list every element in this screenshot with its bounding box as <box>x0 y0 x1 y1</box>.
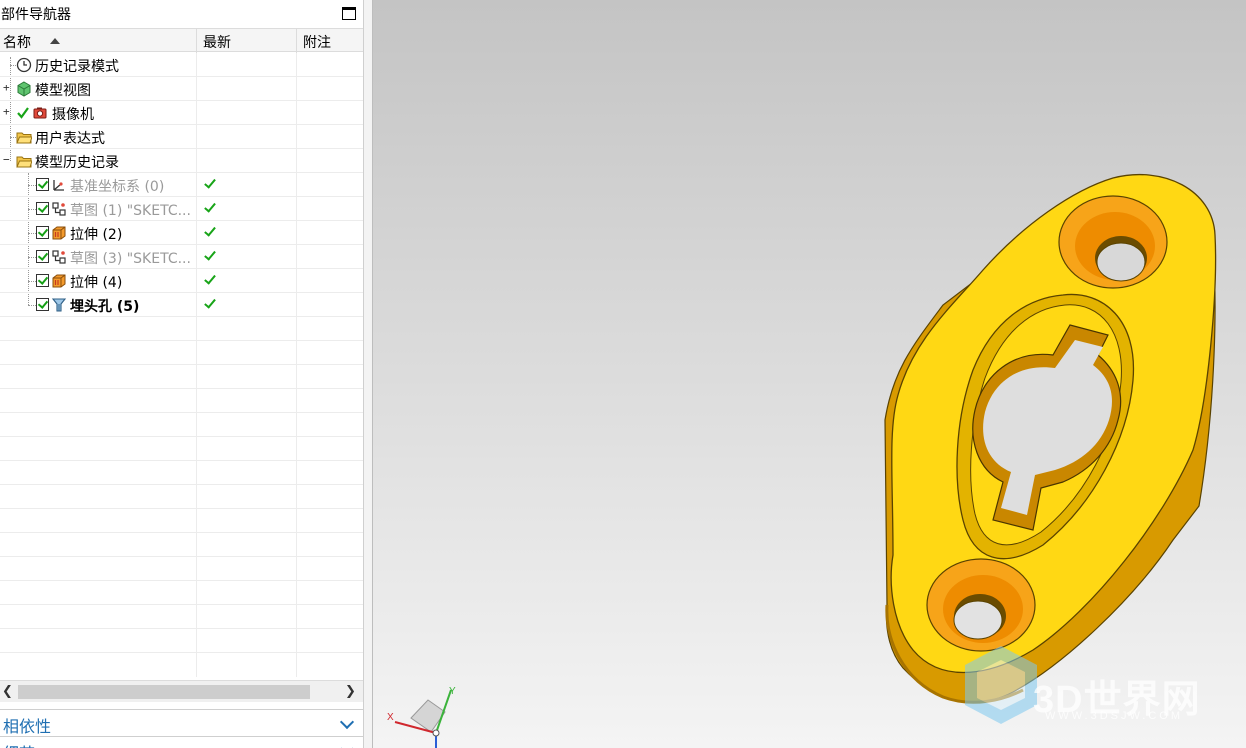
part-model[interactable]: Y X <box>373 0 1246 748</box>
tree-item-label: 摄像机 <box>52 107 94 123</box>
tree-item-label: 拉伸 (4) <box>70 275 123 291</box>
tree-row-extrude-4[interactable]: 拉伸 (4) <box>0 269 363 293</box>
empty-row <box>0 653 363 677</box>
panel-splitter[interactable] <box>363 0 373 748</box>
empty-row <box>0 461 363 485</box>
coordinate-triad <box>394 689 452 748</box>
empty-row <box>0 629 363 653</box>
watermark-url: WWW.3DSJW.COM <box>1045 710 1183 722</box>
sort-ascending-icon <box>50 38 60 44</box>
green-check-icon <box>17 107 29 119</box>
tree-row-countersink-hole-5[interactable]: 埋头孔 (5) <box>0 293 363 317</box>
empty-row <box>0 437 363 461</box>
navigator-header: 部件导航器 <box>0 0 363 28</box>
details-panel-header[interactable]: 细节 <box>0 736 363 748</box>
extrude-icon <box>52 226 66 240</box>
tree-row-model-views[interactable]: + 模型视图 <box>0 77 363 101</box>
chevron-down-icon[interactable] <box>339 714 355 730</box>
feature-tree: 历史记录模式 + 模型视图 + 摄像机 用户表达式 − 模型历史记录 基准坐标系… <box>0 53 363 677</box>
triad-x-label: X <box>387 712 394 723</box>
visibility-checkbox[interactable] <box>36 250 49 263</box>
empty-row <box>0 341 363 365</box>
tree-row-cameras[interactable]: + 摄像机 <box>0 101 363 125</box>
latest-check-icon <box>204 177 214 190</box>
model-view-icon <box>17 81 31 97</box>
details-label: 细节 <box>3 740 35 748</box>
visibility-checkbox[interactable] <box>36 226 49 239</box>
graphics-viewport[interactable]: Y X 3D世界网 WWW.3DSJW.COM <box>373 0 1246 748</box>
latest-check-icon <box>204 273 214 286</box>
clock-icon <box>16 57 32 73</box>
visibility-checkbox[interactable] <box>36 202 49 215</box>
column-notes-header[interactable]: 附注 <box>303 32 331 52</box>
scroll-right-icon[interactable]: ❯ <box>345 684 356 699</box>
visibility-checkbox[interactable] <box>36 274 49 287</box>
extrude-icon <box>52 274 66 288</box>
column-separator[interactable] <box>196 29 197 53</box>
tree-row-model-history[interactable]: − 模型历史记录 <box>0 149 363 173</box>
tree-item-label: 草图 (3) "SKETC... <box>70 251 191 267</box>
expand-icon[interactable]: + <box>3 82 12 93</box>
empty-row <box>0 413 363 437</box>
empty-row <box>0 605 363 629</box>
tree-row-history-mode[interactable]: 历史记录模式 <box>0 53 363 77</box>
tree-item-label: 模型视图 <box>35 83 91 99</box>
expand-icon[interactable]: + <box>3 106 12 117</box>
column-separator[interactable] <box>296 29 297 53</box>
column-latest-header[interactable]: 最新 <box>203 32 231 52</box>
empty-row <box>0 533 363 557</box>
tree-item-label: 历史记录模式 <box>35 59 119 75</box>
maximize-icon[interactable] <box>342 7 356 20</box>
empty-row <box>0 389 363 413</box>
empty-row <box>0 581 363 605</box>
empty-row <box>0 317 363 341</box>
empty-row <box>0 557 363 581</box>
part-navigator-panel: 部件导航器 名称 最新 附注 历史记录模式 + 模型视图 + 摄像机 用户表达式… <box>0 0 363 748</box>
tree-row-sketch-3[interactable]: 草图 (3) "SKETC... <box>0 245 363 269</box>
tree-row-extrude-2[interactable]: 拉伸 (2) <box>0 221 363 245</box>
latest-check-icon <box>204 201 214 214</box>
tree-item-label: 埋头孔 (5) <box>70 299 140 315</box>
tree-item-label: 草图 (1) "SKETC... <box>70 203 191 219</box>
triad-y-label: Y <box>449 686 456 697</box>
folder-icon <box>16 132 32 144</box>
tree-item-label: 基准坐标系 (0) <box>70 179 165 195</box>
latest-check-icon <box>204 225 214 238</box>
tree-item-label: 模型历史记录 <box>35 155 119 171</box>
dependencies-panel-header[interactable]: 相依性 <box>0 709 363 736</box>
latest-check-icon <box>204 297 214 310</box>
collapse-icon[interactable]: − <box>3 154 12 165</box>
empty-row <box>0 485 363 509</box>
scrollbar-thumb[interactable] <box>18 685 310 699</box>
scroll-left-icon[interactable]: ❮ <box>2 684 13 699</box>
dependencies-label: 相依性 <box>3 717 52 736</box>
tree-row-datum-csys[interactable]: 基准坐标系 (0) <box>0 173 363 197</box>
empty-row <box>0 365 363 389</box>
visibility-checkbox[interactable] <box>36 178 49 191</box>
column-header: 名称 最新 附注 <box>0 28 363 53</box>
visibility-checkbox[interactable] <box>36 298 49 311</box>
empty-row <box>0 509 363 533</box>
navigator-title: 部件导航器 <box>1 7 71 23</box>
column-name-header[interactable]: 名称 <box>3 32 31 52</box>
countersink-hole-icon <box>51 298 67 312</box>
folder-open-icon <box>16 156 32 168</box>
camera-icon <box>33 107 47 119</box>
sketch-icon <box>52 202 66 216</box>
sketch-icon <box>52 250 66 264</box>
horizontal-scrollbar[interactable]: ❮ ❯ <box>0 680 363 702</box>
tree-item-label: 拉伸 (2) <box>70 227 123 243</box>
tree-row-user-expressions[interactable]: 用户表达式 <box>0 125 363 149</box>
latest-check-icon <box>204 249 214 262</box>
tree-row-sketch-1[interactable]: 草图 (1) "SKETC... <box>0 197 363 221</box>
tree-item-label: 用户表达式 <box>35 131 105 147</box>
chevron-down-icon[interactable] <box>339 741 355 748</box>
datum-csys-icon <box>53 180 64 191</box>
